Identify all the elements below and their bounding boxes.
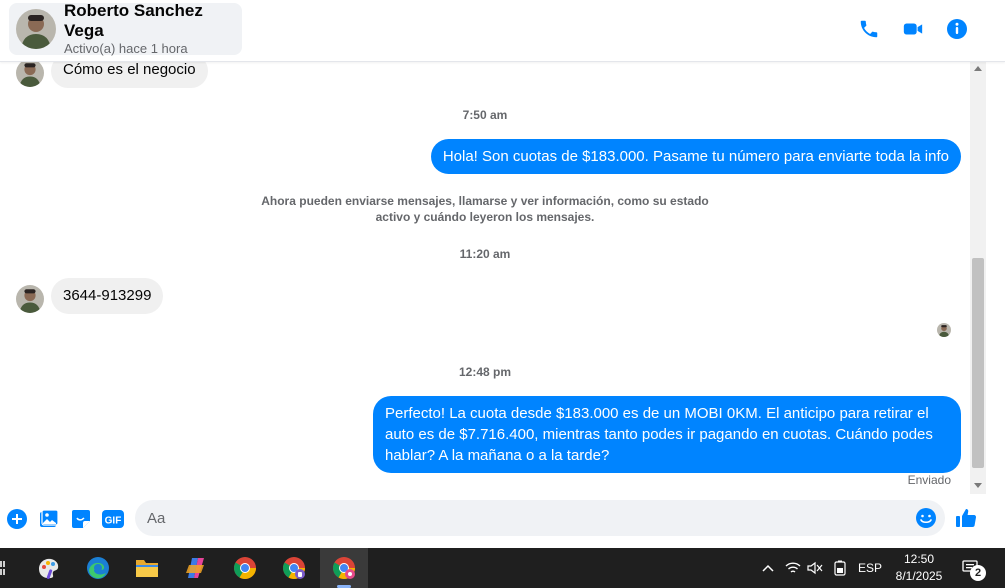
message-input-wrapper[interactable] <box>135 500 945 536</box>
info-icon[interactable] <box>945 17 969 41</box>
show-hidden-icons-icon[interactable] <box>758 548 778 588</box>
contact-card[interactable]: Roberto Sanchez Vega Activo(a) hace 1 ho… <box>9 1 242 56</box>
gif-label: GIF <box>105 516 122 527</box>
outgoing-message[interactable]: Perfecto! La cuota desde $183.000 es de … <box>373 396 961 473</box>
incoming-message[interactable]: 3644-913299 <box>51 278 164 314</box>
scroll-thumb[interactable] <box>972 258 984 468</box>
scroll-up-arrow[interactable] <box>974 66 982 71</box>
timestamp: 11:20 am <box>459 247 511 261</box>
contact-avatar-small[interactable] <box>16 62 44 87</box>
chrome-active-icon[interactable] <box>320 548 368 588</box>
emoji-icon[interactable] <box>915 507 937 529</box>
scroll-down-arrow[interactable] <box>974 483 982 488</box>
chat-header: Roberto Sanchez Vega Activo(a) hace 1 ho… <box>0 0 1005 62</box>
privacy-notice: Ahora pueden enviarse mensajes, llamarse… <box>261 194 709 224</box>
timestamp: 7:50 am <box>462 108 508 122</box>
photo-icon[interactable] <box>38 508 60 530</box>
system-clock[interactable]: 12:50 8/1/2025 <box>888 551 950 585</box>
wifi-icon[interactable] <box>783 548 803 588</box>
contact-avatar-small[interactable] <box>16 285 44 313</box>
outgoing-message[interactable]: Hola! Son cuotas de $183.000. Pasame tu … <box>430 139 961 174</box>
chrome-icon[interactable] <box>221 548 269 588</box>
like-icon[interactable] <box>954 506 978 530</box>
plus-icon[interactable] <box>6 508 28 530</box>
incoming-message[interactable]: Cómo es el negocio <box>51 62 208 88</box>
read-receipt-avatar <box>937 323 951 337</box>
clock-date: 8/1/2025 <box>895 569 943 583</box>
file-explorer-icon[interactable] <box>123 548 171 588</box>
paint-icon[interactable] <box>25 548 73 588</box>
phone-icon[interactable] <box>857 17 881 41</box>
gif-icon[interactable]: GIF <box>102 508 124 530</box>
edge-icon[interactable] <box>74 548 122 588</box>
sticker-icon[interactable] <box>70 508 92 530</box>
sent-status: Enviado <box>907 473 951 487</box>
battery-icon[interactable] <box>830 548 850 588</box>
clock-time: 12:50 <box>903 552 935 566</box>
windows-taskbar: ESP 12:50 8/1/2025 2 <box>0 548 1005 588</box>
message-input[interactable] <box>147 500 907 536</box>
timestamp: 12:48 pm <box>458 365 512 379</box>
copilot-icon[interactable] <box>172 548 220 588</box>
contact-status: Activo(a) hace 1 hora <box>64 41 188 56</box>
speaker-muted-icon[interactable] <box>805 548 825 588</box>
message-thread: Cómo es el negocio 7:50 am Hola! Son cuo… <box>0 62 970 494</box>
chrome-profile-icon[interactable] <box>270 548 318 588</box>
contact-name[interactable]: Roberto Sanchez Vega <box>64 1 242 41</box>
message-composer: GIF <box>0 494 1005 548</box>
chat-scrollbar[interactable] <box>970 62 986 494</box>
video-call-icon[interactable] <box>901 17 925 41</box>
start-icon[interactable] <box>0 561 5 575</box>
contact-avatar[interactable] <box>16 9 56 49</box>
language-indicator[interactable]: ESP <box>855 548 885 588</box>
notification-badge: 2 <box>970 565 986 581</box>
